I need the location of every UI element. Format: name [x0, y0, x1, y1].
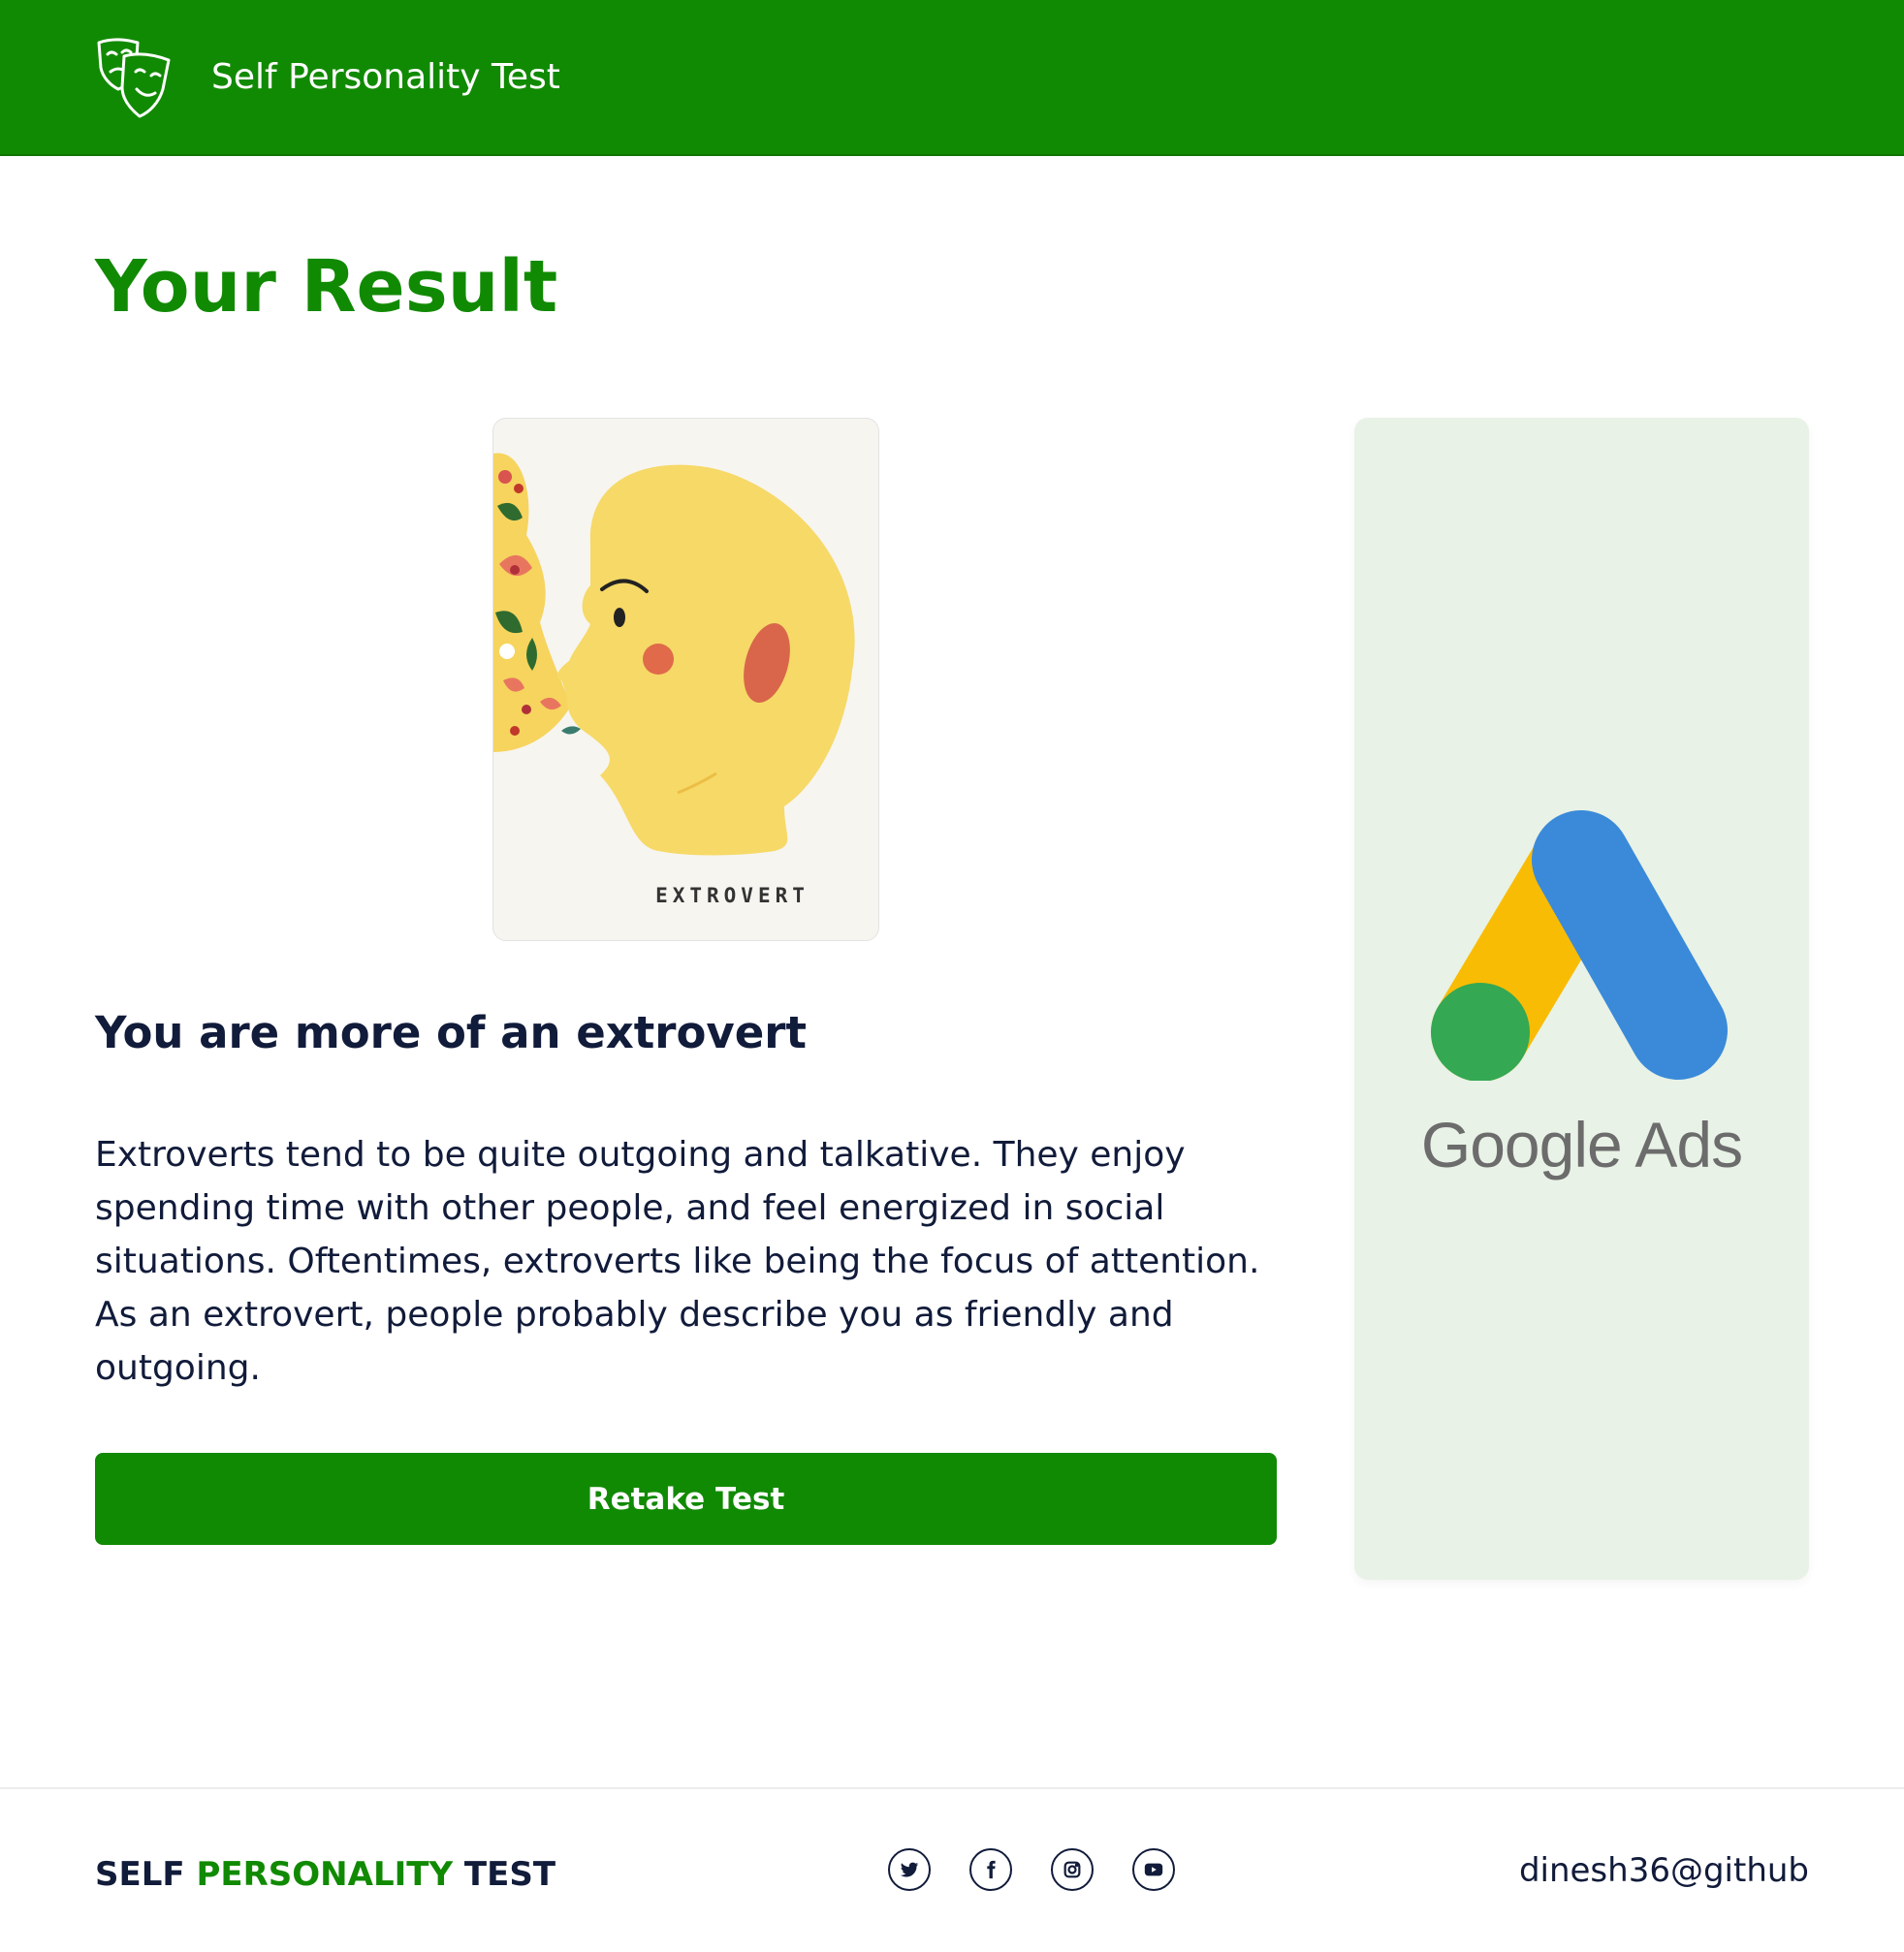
social-links [888, 1848, 1175, 1891]
instagram-icon [1063, 1861, 1081, 1878]
footer-divider [0, 1787, 1904, 1789]
extrovert-illustration: EXTROVERT [492, 418, 879, 941]
footer-brand-word-1: SELF [95, 1855, 185, 1894]
result-heading: You are more of an extrovert [95, 1007, 807, 1058]
card-label: EXTROVERT [655, 884, 809, 907]
youtube-link[interactable] [1132, 1848, 1175, 1891]
theater-masks-icon[interactable] [95, 37, 173, 118]
twitter-link[interactable] [888, 1848, 931, 1891]
ad-panel[interactable]: Google Ads [1354, 418, 1809, 1580]
footer-brand-word-2: PERSONALITY [196, 1855, 454, 1894]
google-ads-logo-icon [1431, 810, 1728, 1081]
youtube-icon [1144, 1863, 1163, 1876]
app-title[interactable]: Self Personality Test [211, 54, 560, 101]
twitter-icon [900, 1862, 919, 1877]
ad-text: Google Ads [1420, 1109, 1743, 1181]
result-description: Extroverts tend to be quite outgoing and… [95, 1135, 1260, 1388]
footer-brand: SELF PERSONALITY TEST [95, 1851, 555, 1898]
facebook-icon [987, 1860, 996, 1879]
instagram-link[interactable] [1051, 1848, 1094, 1891]
retake-test-button[interactable]: Retake Test [95, 1453, 1277, 1545]
facebook-link[interactable] [969, 1848, 1012, 1891]
page-title: Your Result [95, 245, 558, 329]
top-navbar: Self Personality Test [0, 0, 1904, 156]
footer-brand-word-3: TEST [463, 1855, 556, 1894]
footer-credit-link[interactable]: dinesh36@github [1519, 1847, 1809, 1894]
talking-head-illustration [493, 453, 855, 856]
